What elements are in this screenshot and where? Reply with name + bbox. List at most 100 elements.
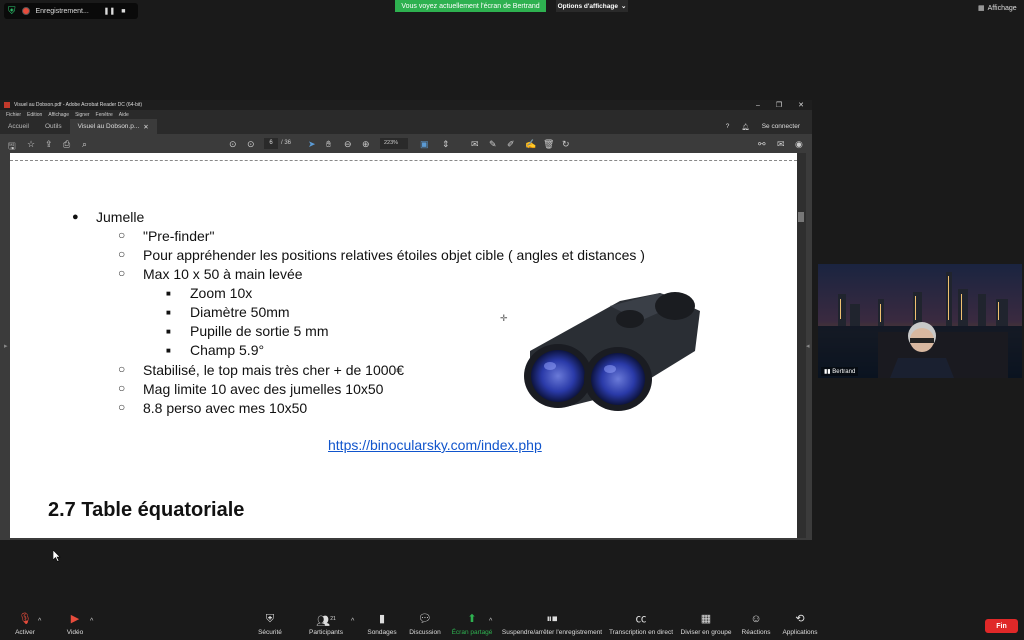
search-icon[interactable]: ⌕	[82, 139, 87, 150]
maximize-icon[interactable]: ❐	[776, 101, 782, 109]
tab-document[interactable]: Visuel au Dobson.p... ✕	[69, 119, 157, 134]
bullet-circle: ○	[118, 381, 126, 395]
close-icon[interactable]: ✕	[798, 101, 804, 109]
hand-icon[interactable]: ✋︎	[326, 139, 331, 150]
comment-icon[interactable]: ✉	[471, 139, 479, 150]
help-icon[interactable]: ?	[726, 123, 730, 130]
chevron-up-icon[interactable]: ^	[489, 618, 492, 625]
record-icon	[21, 7, 30, 15]
pdf-page: ● Jumelle ○ "Pre-finder" ○ Pour appréhen…	[10, 153, 797, 538]
chevron-up-icon[interactable]: ^	[351, 618, 354, 625]
zoom-select[interactable]: 223%	[380, 138, 408, 149]
acrobat-toolbar: 🖫︎ ☆ ⇪ ⎙ ⌕ ⊙ ⊙ 6 / 36 ➤ ✋︎ ⊖ ⊕ 223% ▣ ⇕ …	[0, 134, 812, 154]
menu-fenetre[interactable]: Fenêtre	[96, 112, 113, 118]
view-label: Affichage	[987, 4, 1017, 12]
account-icon[interactable]: ◉	[795, 139, 803, 150]
trash-icon[interactable]: 🗑︎	[543, 139, 554, 150]
bullet-square: ■	[166, 327, 171, 336]
share-screen-button[interactable]: ⬆ Écran partagé	[451, 608, 493, 640]
rotate-icon[interactable]: ↻	[562, 139, 570, 150]
chevron-up-icon[interactable]: ^	[90, 618, 93, 625]
binocularsky-link[interactable]: https://binocularsky.com/index.php	[328, 437, 542, 453]
reactions-label: Réactions	[741, 629, 771, 636]
bullet-circle: ○	[118, 400, 126, 414]
chevron-down-icon: ⌄	[620, 3, 627, 10]
list-item: "Pre-finder"	[143, 228, 215, 244]
recording-controls-button[interactable]: ⏸⏹ Suspendre/arrêter l'enregistrement	[502, 608, 602, 640]
breakout-label: Diviser en groupe	[680, 629, 732, 636]
next-page-icon[interactable]: ⊙	[247, 139, 255, 150]
polls-button[interactable]: ▮ Sondages	[366, 608, 398, 640]
pen-icon[interactable]: ✎	[489, 139, 497, 150]
bullet-circle: ○	[118, 228, 126, 242]
reactions-button[interactable]: ☺ Réactions	[740, 608, 772, 640]
fit-page-icon[interactable]: ▣	[420, 139, 429, 150]
tab-outils[interactable]: Outils	[37, 119, 70, 134]
stop-recording-icon[interactable]: ■	[121, 8, 125, 15]
binoculars-image	[524, 292, 700, 411]
tab-accueil[interactable]: Accueil	[0, 119, 37, 134]
pause-recording-icon[interactable]: ❚❚	[104, 7, 116, 15]
menu-aide[interactable]: Aide	[119, 112, 129, 118]
breakout-button[interactable]: ▦ Diviser en groupe	[678, 608, 734, 640]
security-button[interactable]: ⛨ Sécurité	[255, 608, 285, 640]
shield-icon: ⛨	[8, 5, 16, 17]
transcription-button[interactable]: ㏄ Transcription en direct	[608, 608, 674, 640]
menu-fichier[interactable]: Fichier	[6, 112, 21, 118]
chevron-up-icon[interactable]: ^	[38, 618, 41, 625]
share-link-icon[interactable]: ⚯	[758, 139, 766, 150]
mic-off-icon: 🎙︎	[18, 613, 32, 625]
zoom-in-icon[interactable]: ⊕	[362, 139, 370, 150]
video-button[interactable]: ▶︎ Vidéo	[60, 608, 90, 640]
end-meeting-button[interactable]: Fin	[985, 619, 1018, 633]
mail-icon[interactable]: ✉	[777, 139, 785, 150]
mute-button[interactable]: 🎙︎ Activer	[10, 608, 40, 640]
acrobat-tabs: Accueil Outils Visuel au Dobson.p... ✕ ?…	[0, 119, 812, 134]
window-controls: – ❐ ✕	[756, 100, 804, 110]
shield-icon: ⛨	[265, 613, 275, 625]
star-icon[interactable]: ☆	[27, 139, 35, 150]
poll-icon: ▮	[378, 613, 386, 625]
participants-label: Participants	[309, 629, 343, 636]
menu-edition[interactable]: Edition	[27, 112, 42, 118]
participants-icon: 👥︎21	[316, 615, 336, 628]
left-panel-toggle-icon[interactable]: ▸	[4, 342, 8, 350]
window-titlebar: Visuel au Dobson.pdf - Adobe Acrobat Rea…	[0, 100, 812, 110]
scroll-mode-icon[interactable]: ⇕	[442, 139, 450, 150]
menu-affichage[interactable]: Affichage	[48, 112, 69, 118]
sign-icon[interactable]: ✍	[525, 139, 536, 150]
sub-list-item: Diamètre 50mm	[190, 304, 290, 320]
scrollbar-thumb[interactable]	[798, 212, 804, 222]
share-screen-label: Écran partagé	[451, 629, 493, 636]
minimize-icon[interactable]: –	[756, 102, 760, 109]
zoom-toolbar: 🎙︎ Activer ^ ▶︎ Vidéo ^ ⛨ Sécurité 👥︎21 …	[0, 608, 1024, 640]
chat-button[interactable]: 💬︎ Discussion	[408, 608, 442, 640]
participant-video[interactable]: ▮▮ Bertrand	[818, 264, 1022, 378]
view-options-button[interactable]: Options d'affichage ⌄	[556, 0, 628, 12]
highlight-icon[interactable]: ✐	[507, 139, 515, 150]
menu-signer[interactable]: Signer	[75, 112, 89, 118]
print-icon[interactable]: ⎙	[63, 139, 70, 150]
apps-button[interactable]: ⟲ Applications	[780, 608, 820, 640]
participant-name: Bertrand	[832, 369, 856, 375]
sign-in-button[interactable]: Se connecter	[762, 123, 800, 130]
upload-icon[interactable]: ⇪	[45, 139, 53, 150]
page-number-input[interactable]: 6	[264, 138, 278, 149]
bell-icon[interactable]: 🔔︎	[741, 123, 749, 131]
view-button[interactable]: ▦ Affichage	[978, 4, 1017, 13]
prev-page-icon[interactable]: ⊙	[229, 139, 237, 150]
vertical-scrollbar[interactable]	[797, 153, 806, 538]
sub-list-item: Zoom 10x	[190, 285, 253, 301]
right-panel-toggle-icon[interactable]: ◂	[806, 342, 810, 350]
bullet-square: ■	[166, 308, 171, 317]
tab-document-label: Visuel au Dobson.p...	[77, 123, 140, 130]
close-tab-icon[interactable]: ✕	[143, 123, 148, 131]
participants-button[interactable]: 👥︎21 Participants	[308, 608, 344, 640]
select-cursor-icon[interactable]: ➤	[308, 139, 316, 150]
zoom-out-icon[interactable]: ⊖	[344, 139, 352, 150]
list-item: Mag limite 10 avec des jumelles 10x50	[143, 381, 384, 397]
breakout-icon: ▦	[700, 613, 712, 625]
apps-icon: ⟲	[795, 613, 805, 625]
page-total: / 36	[281, 140, 292, 146]
pause-stop-icon: ⏸⏹	[546, 613, 558, 625]
